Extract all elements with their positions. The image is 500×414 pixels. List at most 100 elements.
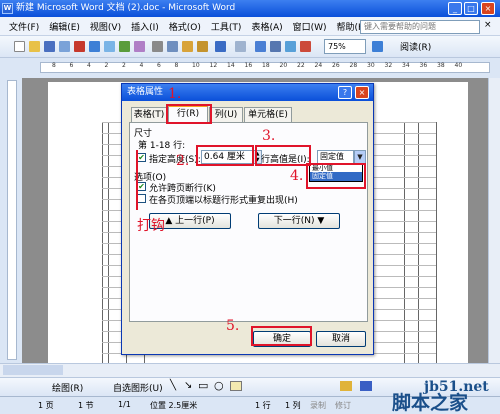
tab-cell[interactable]: 单元格(E) <box>244 107 292 123</box>
menu-window[interactable]: 窗口(W) <box>288 20 332 33</box>
copy-icon[interactable] <box>167 41 178 52</box>
menu-insert[interactable]: 插入(I) <box>126 20 164 33</box>
repeat-header-checkbox[interactable] <box>137 194 146 203</box>
ruler-number: 4 <box>87 62 91 69</box>
status-page: 1 页 <box>38 401 54 410</box>
horizontal-scrollbar[interactable] <box>0 363 500 377</box>
textbox-tool-icon[interactable] <box>230 381 242 391</box>
menu-edit[interactable]: 编辑(E) <box>44 20 85 33</box>
status-page-of: 1/1 <box>118 400 131 409</box>
annotation-tick: 打钩 <box>137 218 165 234</box>
down-arrow-icon: ▼ <box>314 216 325 226</box>
cancel-button[interactable]: 取消 <box>316 331 366 347</box>
menu-file[interactable]: 文件(F) <box>4 20 44 33</box>
print-icon[interactable] <box>89 41 100 52</box>
vertical-scrollbar[interactable] <box>488 78 500 363</box>
ruler-number: 10 <box>192 62 200 69</box>
annotation-box-height <box>196 145 254 166</box>
annotation-arrow-line <box>136 150 138 210</box>
arrow-tool-icon[interactable]: ↘ <box>184 380 192 391</box>
ruler-number: 4 <box>139 62 144 69</box>
minimize-button[interactable]: _ <box>448 2 462 15</box>
annotation-step5: 5. <box>226 318 240 334</box>
dialog-help-button[interactable]: ? <box>338 86 352 99</box>
up-arrow-icon: ▲ <box>165 216 176 226</box>
format-painter-icon[interactable] <box>197 41 208 52</box>
annotation-step3: 3. <box>262 128 276 144</box>
cut-icon[interactable] <box>152 41 163 52</box>
maximize-button[interactable]: □ <box>464 2 478 15</box>
save-icon[interactable] <box>44 41 55 52</box>
annotation-box-ok <box>251 326 312 346</box>
line-color-icon[interactable] <box>360 381 372 391</box>
columns-icon[interactable] <box>300 41 311 52</box>
autoshapes-menu[interactable]: 自选图形(U) <box>113 381 163 394</box>
table-icon[interactable] <box>270 41 281 52</box>
hyperlink-icon[interactable] <box>255 41 266 52</box>
ruler-number: 26 <box>332 62 340 69</box>
permission-icon[interactable] <box>59 41 70 52</box>
window-title: 新建 Microsoft Word 文档 (2).doc - Microsoft… <box>16 3 236 13</box>
line-tool-icon[interactable]: ╲ <box>170 380 176 391</box>
ruler-number: 18 <box>262 62 270 69</box>
window-title-bar: 新建 Microsoft Word 文档 (2).doc - Microsoft… <box>0 0 500 17</box>
annotation-box-dropdown <box>306 163 366 189</box>
read-mode-button[interactable]: 阅读(R) <box>400 40 431 53</box>
ruler-number: 40 <box>454 62 463 69</box>
annotation-step2: 2. <box>176 153 190 169</box>
status-rec[interactable]: 录制 <box>310 400 326 411</box>
menu-tools[interactable]: 工具(T) <box>206 20 247 33</box>
menu-table[interactable]: 表格(A) <box>246 20 287 33</box>
allow-break-checkbox[interactable]: ✔ <box>137 182 146 191</box>
tab-column[interactable]: 列(U) <box>209 107 243 123</box>
redo-icon[interactable] <box>235 41 246 52</box>
tab-table[interactable]: 表格(T) <box>131 107 167 123</box>
row-height-mode-select[interactable]: 固定值 <box>317 150 354 164</box>
excel-icon[interactable] <box>285 41 296 52</box>
research-icon[interactable] <box>134 41 145 52</box>
new-doc-icon[interactable] <box>14 41 25 52</box>
email-icon[interactable] <box>74 41 85 52</box>
specify-height-checkbox[interactable]: ✔ <box>137 153 146 162</box>
ruler-number: 14 <box>227 62 235 69</box>
dropdown-arrow-icon[interactable]: ▼ <box>354 150 366 164</box>
ruler-number: 38 <box>437 62 445 69</box>
word-app-icon: W <box>2 3 13 14</box>
watermark: jb51.net 脚本之家 <box>392 380 489 413</box>
annotation-box-row-tab <box>166 104 212 124</box>
rectangle-tool-icon[interactable]: ▭ <box>198 379 208 392</box>
status-section: 1 节 <box>78 401 94 410</box>
ruler-number: 20 <box>279 62 288 69</box>
ruler-number: 2 <box>122 62 126 69</box>
status-line: 1 行 <box>255 401 271 410</box>
ruler-number: 8 <box>174 62 179 69</box>
fill-color-icon[interactable] <box>340 381 352 391</box>
oval-tool-icon[interactable]: ○ <box>214 379 224 392</box>
spelling-icon[interactable] <box>119 41 130 52</box>
status-position: 位置 2.5厘米 <box>150 401 198 410</box>
watermark-name: 脚本之家 <box>392 392 469 414</box>
status-trk[interactable]: 修订 <box>335 400 351 411</box>
doc-close-icon[interactable]: × <box>484 20 492 30</box>
zoom-select[interactable]: 75% <box>324 39 366 54</box>
ruler-number: 22 <box>297 62 305 69</box>
view-buttons[interactable] <box>3 365 63 375</box>
menu-format[interactable]: 格式(O) <box>164 20 206 33</box>
dialog-title: 表格属性 <box>127 87 164 97</box>
draw-menu[interactable]: 绘图(R) <box>52 381 83 394</box>
menu-view[interactable]: 视图(V) <box>85 20 126 33</box>
dialog-close-button[interactable]: × <box>355 86 369 99</box>
close-window-button[interactable]: × <box>481 2 495 15</box>
ruler-number: 6 <box>69 62 74 69</box>
print-preview-icon[interactable] <box>104 41 115 52</box>
undo-icon[interactable] <box>215 41 226 52</box>
paste-icon[interactable] <box>182 41 193 52</box>
vertical-ruler-track[interactable] <box>7 80 17 360</box>
ruler-number: 2 <box>104 62 109 69</box>
annotation-step1: 1. <box>168 86 182 102</box>
help-icon[interactable] <box>372 41 383 52</box>
repeat-header-label: 在各页顶端以标题行形式重复出现(H) <box>149 196 298 206</box>
open-folder-icon[interactable] <box>29 41 40 52</box>
help-question-input[interactable]: 键入需要帮助的问题 <box>360 20 480 34</box>
next-row-button[interactable]: 下一行(N) ▼ <box>258 213 340 229</box>
